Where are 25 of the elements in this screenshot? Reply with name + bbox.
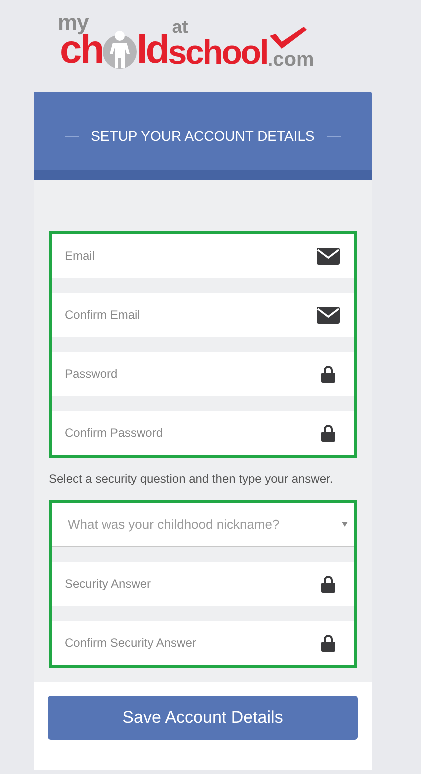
logo-text: my	[58, 12, 89, 34]
save-button[interactable]: Save Account Details	[48, 696, 358, 740]
logo-text: ld	[136, 30, 168, 70]
lock-icon	[321, 424, 336, 442]
logo-text: at	[172, 18, 188, 36]
input-field[interactable]: Confirm Password	[52, 411, 354, 455]
caret-icon	[342, 522, 348, 527]
lock-icon	[321, 575, 336, 593]
select-placeholder: What was your childhood nickname?	[68, 516, 281, 534]
child-figure-icon	[102, 28, 137, 72]
logo-text: school	[168, 36, 268, 70]
logo-text: .com	[268, 50, 314, 70]
security-question-select[interactable]: What was your childhood nickname?	[52, 503, 354, 547]
input-field[interactable]: Security Answer	[52, 562, 354, 606]
input-field[interactable]: Password	[52, 352, 354, 396]
security-hint: Select a security question and then type your answer.	[49, 471, 334, 488]
header-title: SETUP YOUR ACCOUNT DETAILS	[91, 126, 315, 146]
envelope-icon	[317, 306, 340, 324]
input-field[interactable]: Confirm Email	[52, 293, 354, 337]
envelope-icon	[317, 248, 340, 264]
lock-icon	[321, 365, 336, 383]
input-field[interactable]: Email	[52, 234, 354, 278]
input-field[interactable]: Confirm Security Answer	[52, 621, 354, 665]
check-mark-icon	[268, 26, 308, 50]
lock-icon	[321, 634, 336, 652]
